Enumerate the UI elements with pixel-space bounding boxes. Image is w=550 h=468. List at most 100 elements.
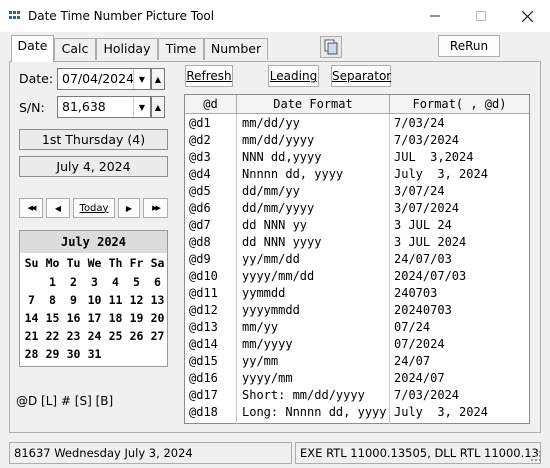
row-picture[interactable]: @d5 bbox=[189, 183, 211, 200]
row-result[interactable]: 20240703 bbox=[394, 302, 452, 319]
calendar-day[interactable]: 29 bbox=[42, 347, 63, 361]
minimize-button[interactable] bbox=[412, 0, 458, 32]
row-date-format[interactable]: mm/dd/yyyy bbox=[242, 132, 314, 149]
calendar-day[interactable]: 3 bbox=[84, 275, 105, 289]
row-date-format[interactable]: mm/yy bbox=[242, 319, 278, 336]
row-result[interactable]: 3 JUL 2024 bbox=[394, 234, 466, 251]
row-picture[interactable]: @d7 bbox=[189, 217, 211, 234]
header-format-result[interactable]: Format( , @d) bbox=[390, 95, 529, 114]
row-date-format[interactable]: NNN dd,yyyy bbox=[242, 149, 321, 166]
calendar-day[interactable]: 5 bbox=[126, 275, 147, 289]
row-result[interactable]: 2024/07 bbox=[394, 370, 445, 387]
row-date-format[interactable]: mm/dd/yy bbox=[242, 115, 300, 132]
chevron-down-icon[interactable]: ▼ bbox=[133, 69, 150, 89]
close-button[interactable] bbox=[504, 0, 550, 32]
calendar-day[interactable]: 31 bbox=[84, 347, 105, 361]
row-result[interactable]: 7/03/2024 bbox=[394, 387, 459, 404]
date-combo[interactable]: 07/04/2024 ▼ bbox=[57, 68, 151, 90]
row-result[interactable]: JUL 3,2024 bbox=[394, 149, 473, 166]
calendar-day[interactable]: 23 bbox=[63, 329, 84, 343]
row-date-format[interactable]: yymmdd bbox=[242, 285, 285, 302]
row-date-format[interactable]: dd/mm/yyyy bbox=[242, 200, 314, 217]
row-picture[interactable]: @d13 bbox=[189, 319, 218, 336]
calendar-day[interactable]: 28 bbox=[21, 347, 42, 361]
row-picture[interactable]: @d4 bbox=[189, 166, 211, 183]
calendar-day[interactable]: 9 bbox=[63, 293, 84, 307]
calendar-day[interactable]: 12 bbox=[126, 293, 147, 307]
row-picture[interactable]: @d9 bbox=[189, 251, 211, 268]
header-date-format[interactable]: Date Format bbox=[237, 95, 390, 114]
row-date-format[interactable]: yy/mm/dd bbox=[242, 251, 300, 268]
chevron-down-icon[interactable]: ▼ bbox=[133, 97, 150, 117]
calendar-day[interactable]: 2 bbox=[63, 275, 84, 289]
today-button[interactable]: Today bbox=[73, 198, 115, 218]
row-result[interactable]: July 3, 2024 bbox=[394, 166, 488, 183]
row-picture[interactable]: @d17 bbox=[189, 387, 218, 404]
tab-date[interactable]: Date bbox=[11, 35, 54, 62]
row-date-format[interactable]: Long: Nnnnn dd, yyyy bbox=[242, 404, 387, 421]
calendar-day[interactable]: 16 bbox=[63, 311, 84, 325]
row-date-format[interactable]: mm/yyyy bbox=[242, 336, 293, 353]
calendar-day[interactable]: 19 bbox=[126, 311, 147, 325]
sn-combo[interactable]: 81,638 ▼ bbox=[57, 96, 151, 118]
row-result[interactable]: 240703 bbox=[394, 285, 437, 302]
last-button[interactable]: ▶▶ bbox=[143, 198, 168, 218]
calendar-day[interactable]: 8 bbox=[42, 293, 63, 307]
row-result[interactable]: 3 JUL 24 bbox=[394, 217, 452, 234]
tab-holiday[interactable]: Holiday bbox=[96, 38, 158, 60]
row-date-format[interactable]: dd NNN yyyy bbox=[242, 234, 321, 251]
tab-time[interactable]: Time bbox=[158, 38, 204, 60]
calendar-day[interactable]: 17 bbox=[84, 311, 105, 325]
row-picture[interactable]: @d2 bbox=[189, 132, 211, 149]
row-picture[interactable]: @d12 bbox=[189, 302, 218, 319]
calendar-day[interactable]: 15 bbox=[42, 311, 63, 325]
calendar-day[interactable]: 24 bbox=[84, 329, 105, 343]
month-calendar[interactable]: July 2024 Su Mo Tu We Th Fr Sa 1 2 3 4 5 6 7 8 9 10 11 12 1… bbox=[19, 230, 168, 367]
row-picture[interactable]: @d10 bbox=[189, 268, 218, 285]
calendar-day[interactable]: 30 bbox=[63, 347, 84, 361]
row-date-format[interactable]: yyyy/mm/dd bbox=[242, 268, 314, 285]
calendar-day[interactable]: 10 bbox=[84, 293, 105, 307]
first-button[interactable]: ◀◀ bbox=[19, 198, 43, 218]
row-result[interactable]: 3/07/2024 bbox=[394, 200, 459, 217]
sn-spin-up[interactable]: ▲ bbox=[151, 96, 165, 118]
date-spin-up[interactable]: ▲ bbox=[151, 68, 165, 90]
row-result[interactable]: 07/24 bbox=[394, 319, 430, 336]
row-result[interactable]: July 3, 2024 bbox=[394, 404, 488, 421]
calendar-day[interactable]: 6 bbox=[147, 275, 168, 289]
row-result[interactable]: 2024/07/03 bbox=[394, 268, 466, 285]
calendar-day[interactable]: 26 bbox=[126, 329, 147, 343]
calendar-day[interactable]: 11 bbox=[105, 293, 126, 307]
row-picture[interactable]: @d18 bbox=[189, 404, 218, 421]
separator-button[interactable]: Separator bbox=[331, 65, 391, 87]
row-result[interactable]: 7/03/2024 bbox=[394, 132, 459, 149]
refresh-button[interactable]: Refresh bbox=[185, 65, 233, 87]
calendar-day[interactable]: 27 bbox=[147, 329, 168, 343]
row-date-format[interactable]: Nnnnn dd, yyyy bbox=[242, 166, 343, 183]
row-picture[interactable]: @d1 bbox=[189, 115, 211, 132]
row-picture[interactable]: @d14 bbox=[189, 336, 218, 353]
next-button[interactable]: ▶ bbox=[118, 198, 140, 218]
row-picture[interactable]: @d8 bbox=[189, 234, 211, 251]
tab-number[interactable]: Number bbox=[204, 38, 268, 60]
calendar-day[interactable]: 22 bbox=[42, 329, 63, 343]
rerun-button[interactable]: ReRun bbox=[438, 35, 500, 57]
row-result[interactable]: 07/2024 bbox=[394, 336, 445, 353]
calendar-day[interactable]: 21 bbox=[21, 329, 42, 343]
calendar-day[interactable]: 14 bbox=[21, 311, 42, 325]
date-format-table[interactable]: @d Date Format Format( , @d) @d1 mm/dd/yy… bbox=[184, 94, 530, 424]
row-date-format[interactable]: yyyymmdd bbox=[242, 302, 300, 319]
prev-button[interactable]: ◀ bbox=[46, 198, 70, 218]
leading-button[interactable]: Leading bbox=[268, 65, 319, 87]
calendar-day[interactable]: 20 bbox=[147, 311, 168, 325]
calendar-day[interactable]: 25 bbox=[105, 329, 126, 343]
row-result[interactable]: 24/07/03 bbox=[394, 251, 452, 268]
calendar-day[interactable]: 4 bbox=[105, 275, 126, 289]
calendar-day[interactable]: 7 bbox=[21, 293, 42, 307]
calendar-day[interactable]: 1 bbox=[42, 275, 63, 289]
row-date-format[interactable]: dd NNN yy bbox=[242, 217, 307, 234]
copy-button[interactable] bbox=[320, 36, 342, 58]
row-date-format[interactable]: dd/mm/yy bbox=[242, 183, 300, 200]
row-picture[interactable]: @d6 bbox=[189, 200, 211, 217]
row-date-format[interactable]: Short: mm/dd/yyyy bbox=[242, 387, 365, 404]
